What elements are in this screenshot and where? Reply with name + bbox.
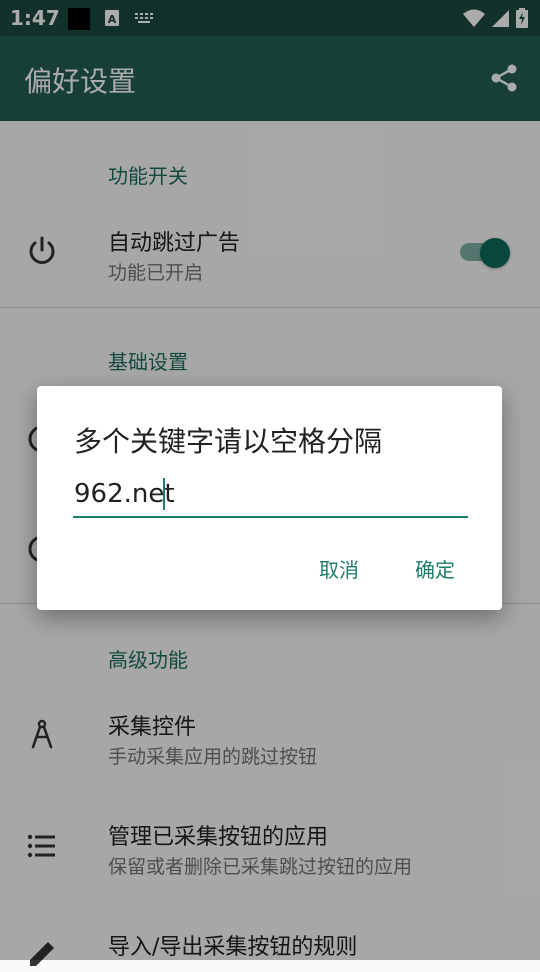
keyword-dialog: 多个关键字请以空格分隔 取消 确定 <box>37 386 502 610</box>
cancel-button[interactable]: 取消 <box>319 554 359 583</box>
keyword-input[interactable] <box>73 472 468 518</box>
text-cursor <box>163 478 165 510</box>
ok-button[interactable]: 确定 <box>415 554 455 583</box>
dialog-title: 多个关键字请以空格分隔 <box>74 425 383 458</box>
